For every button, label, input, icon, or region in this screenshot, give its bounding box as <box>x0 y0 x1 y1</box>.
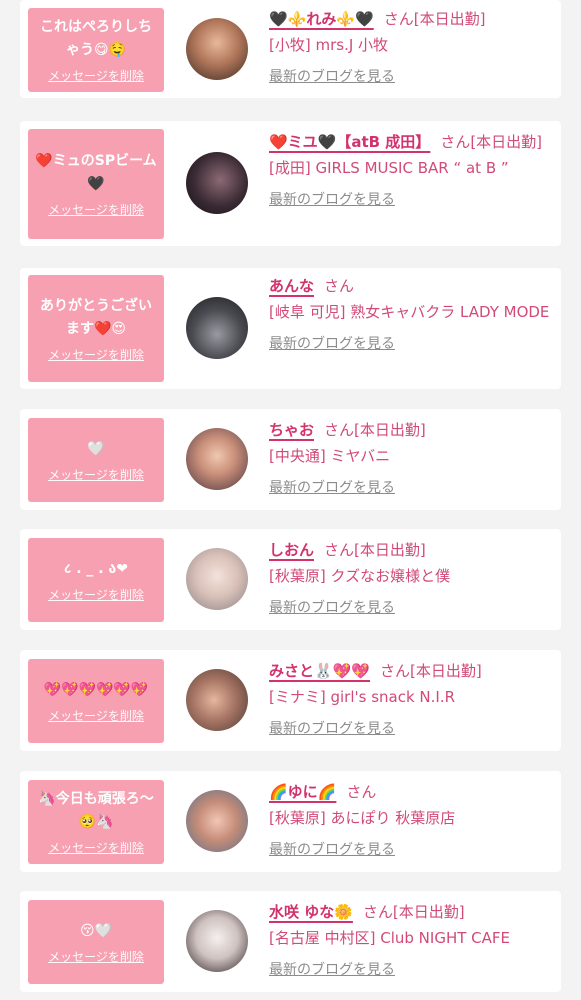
message-text: ❤️ミュのSPビーム🖤 <box>35 153 157 192</box>
message-bubble: ❤️ミュのSPビーム🖤 メッセージを削除 <box>28 129 164 239</box>
message-card: 🦄今日も頑張ろ〜🥺🦄 メッセージを削除 🌈ゆに🌈 さん [秋葉原] あにぽり 秋葉… <box>20 771 561 872</box>
message-text: 😚🤍 <box>79 922 113 939</box>
message-card: これはぺろりしちゃう😋🤤 メッセージを削除 🖤⚜️れみ⚜️🖤 さん[本日出勤] [… <box>20 0 561 98</box>
shop-text: [秋葉原] あにぽり 秋葉原店 <box>269 809 456 827</box>
delete-message-link[interactable]: メッセージを削除 <box>48 67 144 84</box>
shop-text: [ミナミ] girl's snack N.I.R <box>269 688 456 706</box>
avatar[interactable] <box>186 18 248 80</box>
sender-name-link[interactable]: あんな <box>269 277 314 295</box>
latest-blog-link[interactable]: 最新のブログを見る <box>269 333 395 353</box>
latest-blog-link[interactable]: 最新のブログを見る <box>269 718 395 738</box>
message-text: ありがとうございます❤️😍 <box>40 297 152 337</box>
delete-message-link[interactable]: メッセージを削除 <box>48 466 144 483</box>
message-text: 💖💖💖💖💖💖 <box>43 681 149 698</box>
avatar[interactable] <box>186 548 248 610</box>
sender-name-link[interactable]: ❤️ミユ🖤【atB 成田】 <box>269 133 430 151</box>
shop-text: [中央通] ミヤバニ <box>269 447 391 465</box>
shop-text: [秋葉原] クズなお嬢様と僕 <box>269 567 451 585</box>
sender-name-link[interactable]: 水咲 ゆな🌼 <box>269 903 353 921</box>
sender-name-link[interactable]: しおん <box>269 541 314 559</box>
latest-blog-link[interactable]: 最新のブログを見る <box>269 597 395 617</box>
delete-message-link[interactable]: メッセージを削除 <box>48 586 144 603</box>
latest-blog-link[interactable]: 最新のブログを見る <box>269 839 395 859</box>
message-text: 🤍 <box>87 440 105 457</box>
delete-message-link[interactable]: メッセージを削除 <box>48 707 144 724</box>
latest-blog-link[interactable]: 最新のブログを見る <box>269 477 395 497</box>
sender-name-link[interactable]: 🌈ゆに🌈 <box>269 783 336 801</box>
message-bubble: これはぺろりしちゃう😋🤤 メッセージを削除 <box>28 8 164 92</box>
message-bubble: ありがとうございます❤️😍 メッセージを削除 <box>28 275 164 382</box>
latest-blog-link[interactable]: 最新のブログを見る <box>269 66 395 86</box>
avatar[interactable] <box>186 428 248 490</box>
status-text: さん[本日出勤] <box>383 10 486 28</box>
message-card: 😚🤍 メッセージを削除 水咲 ゆな🌼 さん[本日出勤] [名古屋 中村区] Clu… <box>20 891 561 992</box>
latest-blog-link[interactable]: 最新のブログを見る <box>269 959 395 979</box>
status-text: さん <box>346 783 377 801</box>
latest-blog-link[interactable]: 最新のブログを見る <box>269 189 395 209</box>
sender-name-link[interactable]: ちゃお <box>269 421 314 439</box>
shop-text: [小牧] mrs.J 小牧 <box>269 36 389 54</box>
shop-text: [名古屋 中村区] Club NIGHT CAFE <box>269 929 510 947</box>
status-text: さん[本日出勤] <box>440 133 543 151</box>
message-bubble: 🤍 メッセージを削除 <box>28 418 164 502</box>
sender-name-link[interactable]: みさと🐰💖💖 <box>269 662 370 680</box>
avatar[interactable] <box>186 152 248 214</box>
sender-name-link[interactable]: 🖤⚜️れみ⚜️🖤 <box>269 10 374 28</box>
shop-text: [成田] GIRLS MUSIC BAR “ at B ” <box>269 159 509 177</box>
avatar[interactable] <box>186 790 248 852</box>
message-card: ८ . _ . ა❤ メッセージを削除 しおん さん[本日出勤] [秋葉原] クズ… <box>20 529 561 630</box>
avatar[interactable] <box>186 910 248 972</box>
status-text: さん[本日出勤] <box>324 541 426 559</box>
delete-message-link[interactable]: メッセージを削除 <box>48 201 144 218</box>
status-text: さん[本日出勤] <box>324 421 426 439</box>
message-text: 🦄今日も頑張ろ〜🥺🦄 <box>38 791 154 830</box>
message-bubble: 💖💖💖💖💖💖 メッセージを削除 <box>28 659 164 743</box>
message-text: これはぺろりしちゃう😋🤤 <box>40 19 152 58</box>
message-card: 💖💖💖💖💖💖 メッセージを削除 みさと🐰💖💖 さん[本日出勤] [ミナミ] gir… <box>20 650 561 751</box>
delete-message-link[interactable]: メッセージを削除 <box>48 839 144 856</box>
shop-text: [岐阜 可児] 熟女キャバクラ LADY MODE <box>269 303 550 321</box>
status-text: さん <box>324 277 355 295</box>
message-card: ありがとうございます❤️😍 メッセージを削除 あんな さん [岐阜 可児] 熟女キ… <box>20 268 561 389</box>
avatar[interactable] <box>186 669 248 731</box>
avatar[interactable] <box>186 297 248 359</box>
delete-message-link[interactable]: メッセージを削除 <box>48 346 144 363</box>
message-bubble: 🦄今日も頑張ろ〜🥺🦄 メッセージを削除 <box>28 780 164 864</box>
message-bubble: ८ . _ . ა❤ メッセージを削除 <box>28 538 164 622</box>
status-text: さん[本日出勤] <box>362 903 465 921</box>
status-text: さん[本日出勤] <box>380 662 482 680</box>
message-card: ❤️ミュのSPビーム🖤 メッセージを削除 ❤️ミユ🖤【atB 成田】 さん[本日出… <box>20 121 561 246</box>
message-bubble: 😚🤍 メッセージを削除 <box>28 900 164 984</box>
message-card: 🤍 メッセージを削除 ちゃお さん[本日出勤] [中央通] ミヤバニ 最新のブログ… <box>20 409 561 510</box>
delete-message-link[interactable]: メッセージを削除 <box>48 948 144 965</box>
message-text: ८ . _ . ა❤ <box>64 560 128 577</box>
